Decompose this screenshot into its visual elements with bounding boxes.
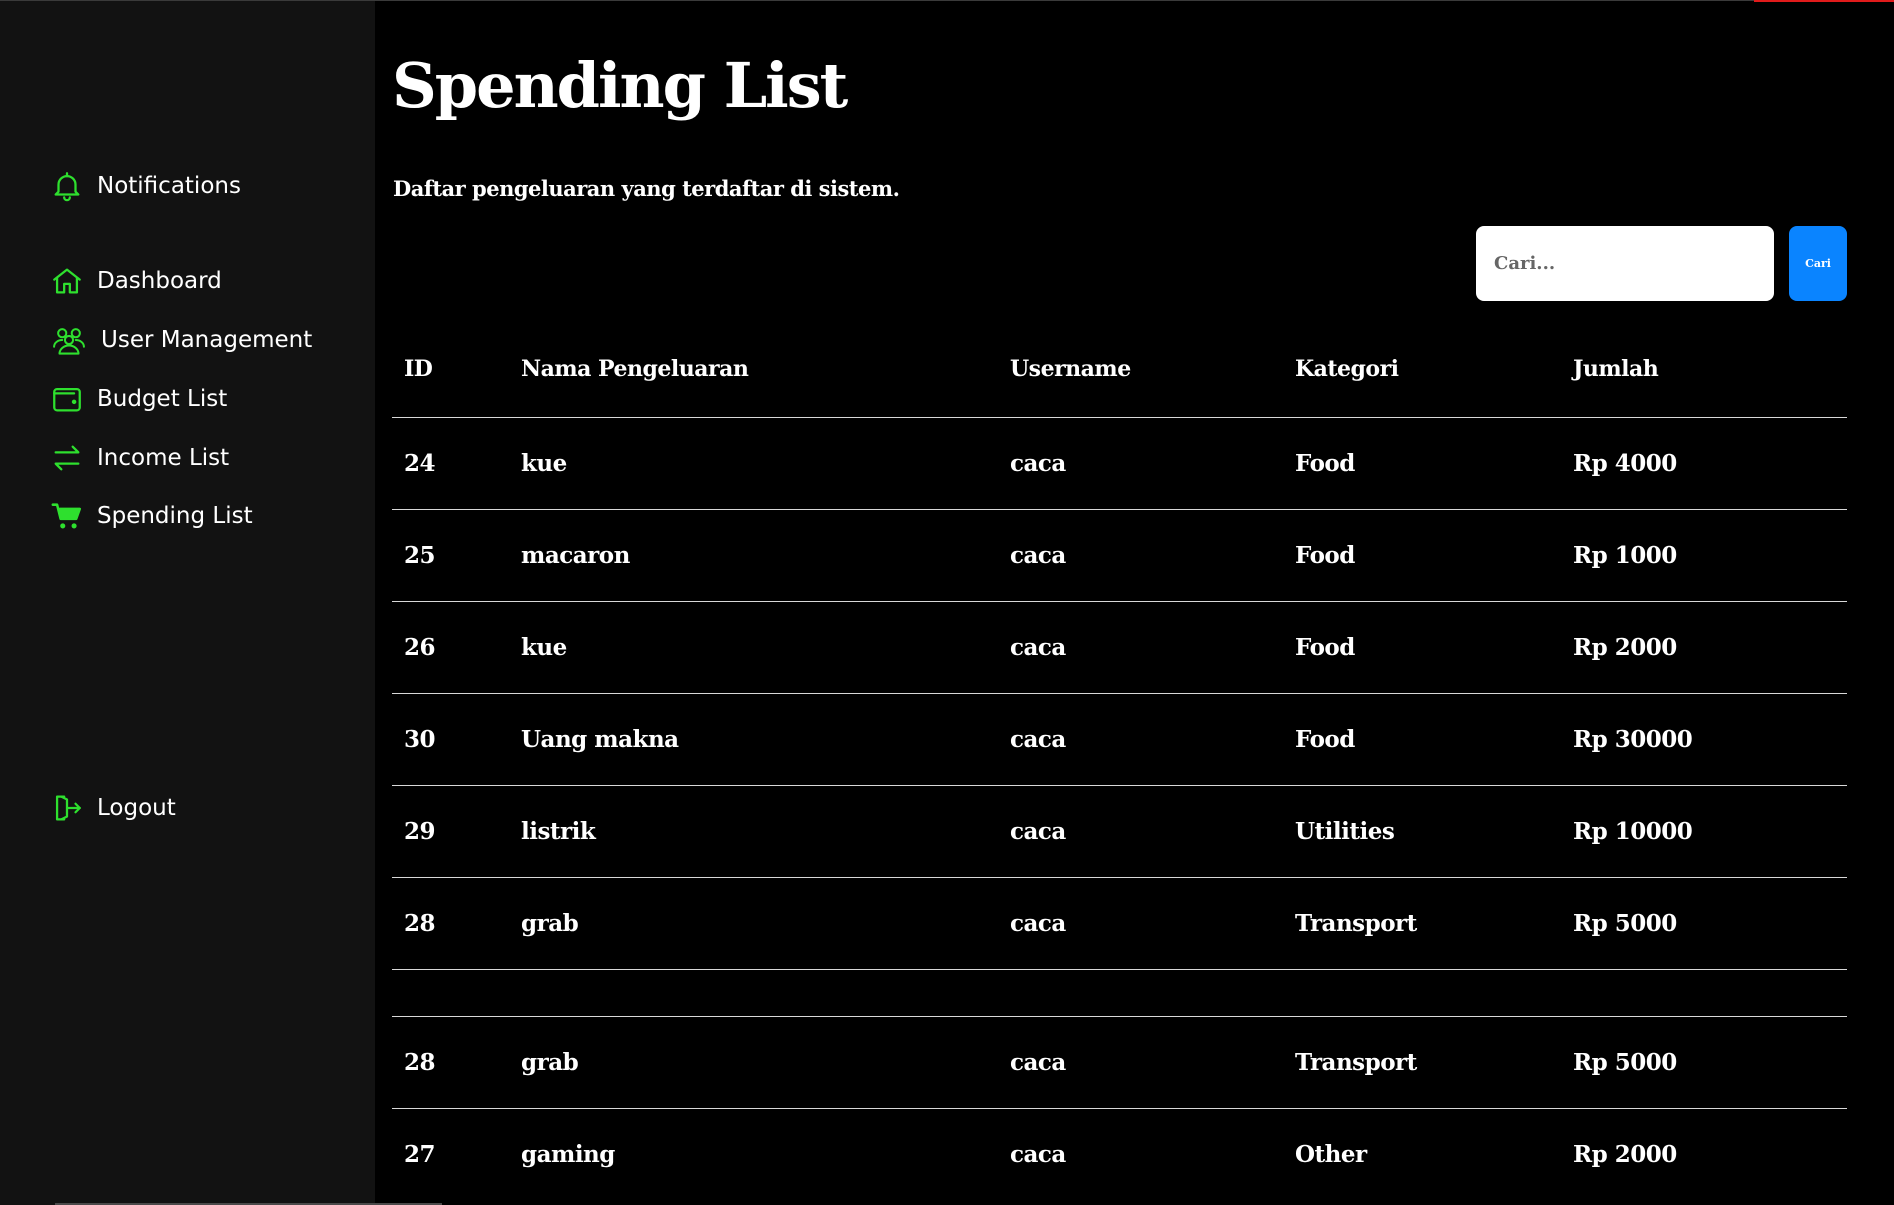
sidebar-item-notifications[interactable]: Notifications: [50, 169, 241, 203]
spending-table-container: ID Nama Pengeluaran Username Kategori Ju…: [392, 322, 1847, 1200]
spending-table: ID Nama Pengeluaran Username Kategori Ju…: [392, 322, 1847, 1200]
table-row: 28 grab caca Transport Rp 5000: [392, 1016, 1847, 1108]
cell-username: caca: [1010, 909, 1066, 937]
sidebar-item-label: Notifications: [97, 173, 241, 199]
sidebar-item-label: Budget List: [97, 386, 228, 412]
cell-amount: Rp 5000: [1573, 909, 1677, 937]
cell-id: 25: [404, 541, 436, 569]
cell-id: 24: [404, 449, 436, 477]
cell-name: grab: [521, 909, 579, 937]
sidebar-item-spending-list[interactable]: Spending List: [50, 499, 253, 533]
cell-amount: Rp 4000: [1573, 449, 1677, 477]
cell-category: Other: [1295, 1140, 1367, 1168]
sidebar-item-label: Spending List: [97, 503, 253, 529]
sidebar-item-label: Dashboard: [97, 268, 222, 294]
sidebar-item-label: Logout: [97, 795, 176, 821]
wallet-icon: [50, 382, 84, 416]
cell-id: 28: [404, 909, 436, 937]
cell-username: caca: [1010, 1048, 1066, 1076]
sidebar: Notifications Dashboard User Management …: [0, 1, 442, 1205]
cell-id: 29: [404, 817, 436, 845]
cell-name: Uang makna: [521, 725, 679, 753]
table-row-empty: [392, 969, 1847, 1016]
table-row: 28 grab caca Transport Rp 5000: [392, 877, 1847, 969]
sidebar-item-budget-list[interactable]: Budget List: [50, 382, 227, 416]
sidebar-item-dashboard[interactable]: Dashboard: [50, 264, 222, 298]
sidebar-item-label: Income List: [97, 445, 230, 471]
sidebar-item-income-list[interactable]: Income List: [50, 441, 229, 475]
page-subtitle: Daftar pengeluaran yang terdaftar di sis…: [393, 176, 900, 201]
cell-username: caca: [1010, 725, 1066, 753]
cell-amount: Rp 2000: [1573, 633, 1677, 661]
column-header-category: Kategori: [1295, 356, 1399, 383]
table-row: 30 Uang makna caca Food Rp 30000: [392, 693, 1847, 785]
cell-category: Transport: [1295, 1048, 1417, 1076]
cell-name: kue: [521, 449, 567, 477]
sidebar-item-label: User Management: [101, 327, 313, 353]
cell-amount: Rp 2000: [1573, 1140, 1677, 1168]
logout-button[interactable]: Logout: [50, 791, 176, 825]
cell-username: caca: [1010, 1140, 1066, 1168]
app-window: Notifications Dashboard User Management …: [0, 0, 1894, 1205]
cell-category: Food: [1295, 633, 1355, 661]
shopping-cart-icon: [50, 499, 84, 533]
search-input[interactable]: [1476, 226, 1774, 301]
table-row: 27 gaming caca Other Rp 2000: [392, 1108, 1847, 1200]
cell-category: Utilities: [1295, 817, 1395, 845]
cell-category: Transport: [1295, 909, 1417, 937]
cell-username: caca: [1010, 633, 1066, 661]
cell-username: caca: [1010, 817, 1066, 845]
cell-amount: Rp 1000: [1573, 541, 1677, 569]
cell-username: caca: [1010, 541, 1066, 569]
table-row: 26 kue caca Food Rp 2000: [392, 601, 1847, 693]
table-row: 29 listrik caca Utilities Rp 10000: [392, 785, 1847, 877]
transfer-arrows-icon: [50, 441, 84, 475]
home-icon: [50, 264, 84, 298]
logout-icon: [50, 791, 84, 825]
table-row: 25 macaron caca Food Rp 1000: [392, 509, 1847, 601]
cell-amount: [1561, 969, 1847, 1016]
cell-id: 28: [404, 1048, 436, 1076]
cell-amount: Rp 5000: [1573, 1048, 1677, 1076]
main-content: Spending List Daftar pengeluaran yang te…: [375, 0, 1894, 1205]
cell-name: [509, 969, 998, 1016]
cell-category: Food: [1295, 449, 1355, 477]
cell-category: [1283, 969, 1561, 1016]
cell-username: [998, 969, 1283, 1016]
cell-category: Food: [1295, 541, 1355, 569]
table-header-row: ID Nama Pengeluaran Username Kategori Ju…: [392, 322, 1847, 417]
cell-amount: Rp 30000: [1573, 725, 1693, 753]
bell-icon: [50, 169, 84, 203]
cell-username: caca: [1010, 449, 1066, 477]
cell-id: 26: [404, 633, 436, 661]
cell-category: Food: [1295, 725, 1355, 753]
sidebar-item-user-management[interactable]: User Management: [50, 323, 312, 357]
cell-id: [392, 969, 509, 1016]
page-title: Spending List: [392, 49, 848, 122]
cell-name: macaron: [521, 541, 630, 569]
search-button[interactable]: Cari: [1789, 226, 1847, 301]
cell-id: 30: [404, 725, 436, 753]
cell-name: kue: [521, 633, 567, 661]
cell-amount: Rp 10000: [1573, 817, 1693, 845]
cell-name: listrik: [521, 817, 596, 845]
column-header-id: ID: [404, 356, 433, 383]
cell-name: gaming: [521, 1140, 615, 1168]
cell-id: 27: [404, 1140, 436, 1168]
table-row: 24 kue caca Food Rp 4000: [392, 417, 1847, 509]
column-header-amount: Jumlah: [1573, 356, 1659, 383]
users-icon: [50, 323, 88, 357]
column-header-username: Username: [1010, 356, 1131, 383]
cell-name: grab: [521, 1048, 579, 1076]
column-header-name: Nama Pengeluaran: [521, 356, 749, 383]
